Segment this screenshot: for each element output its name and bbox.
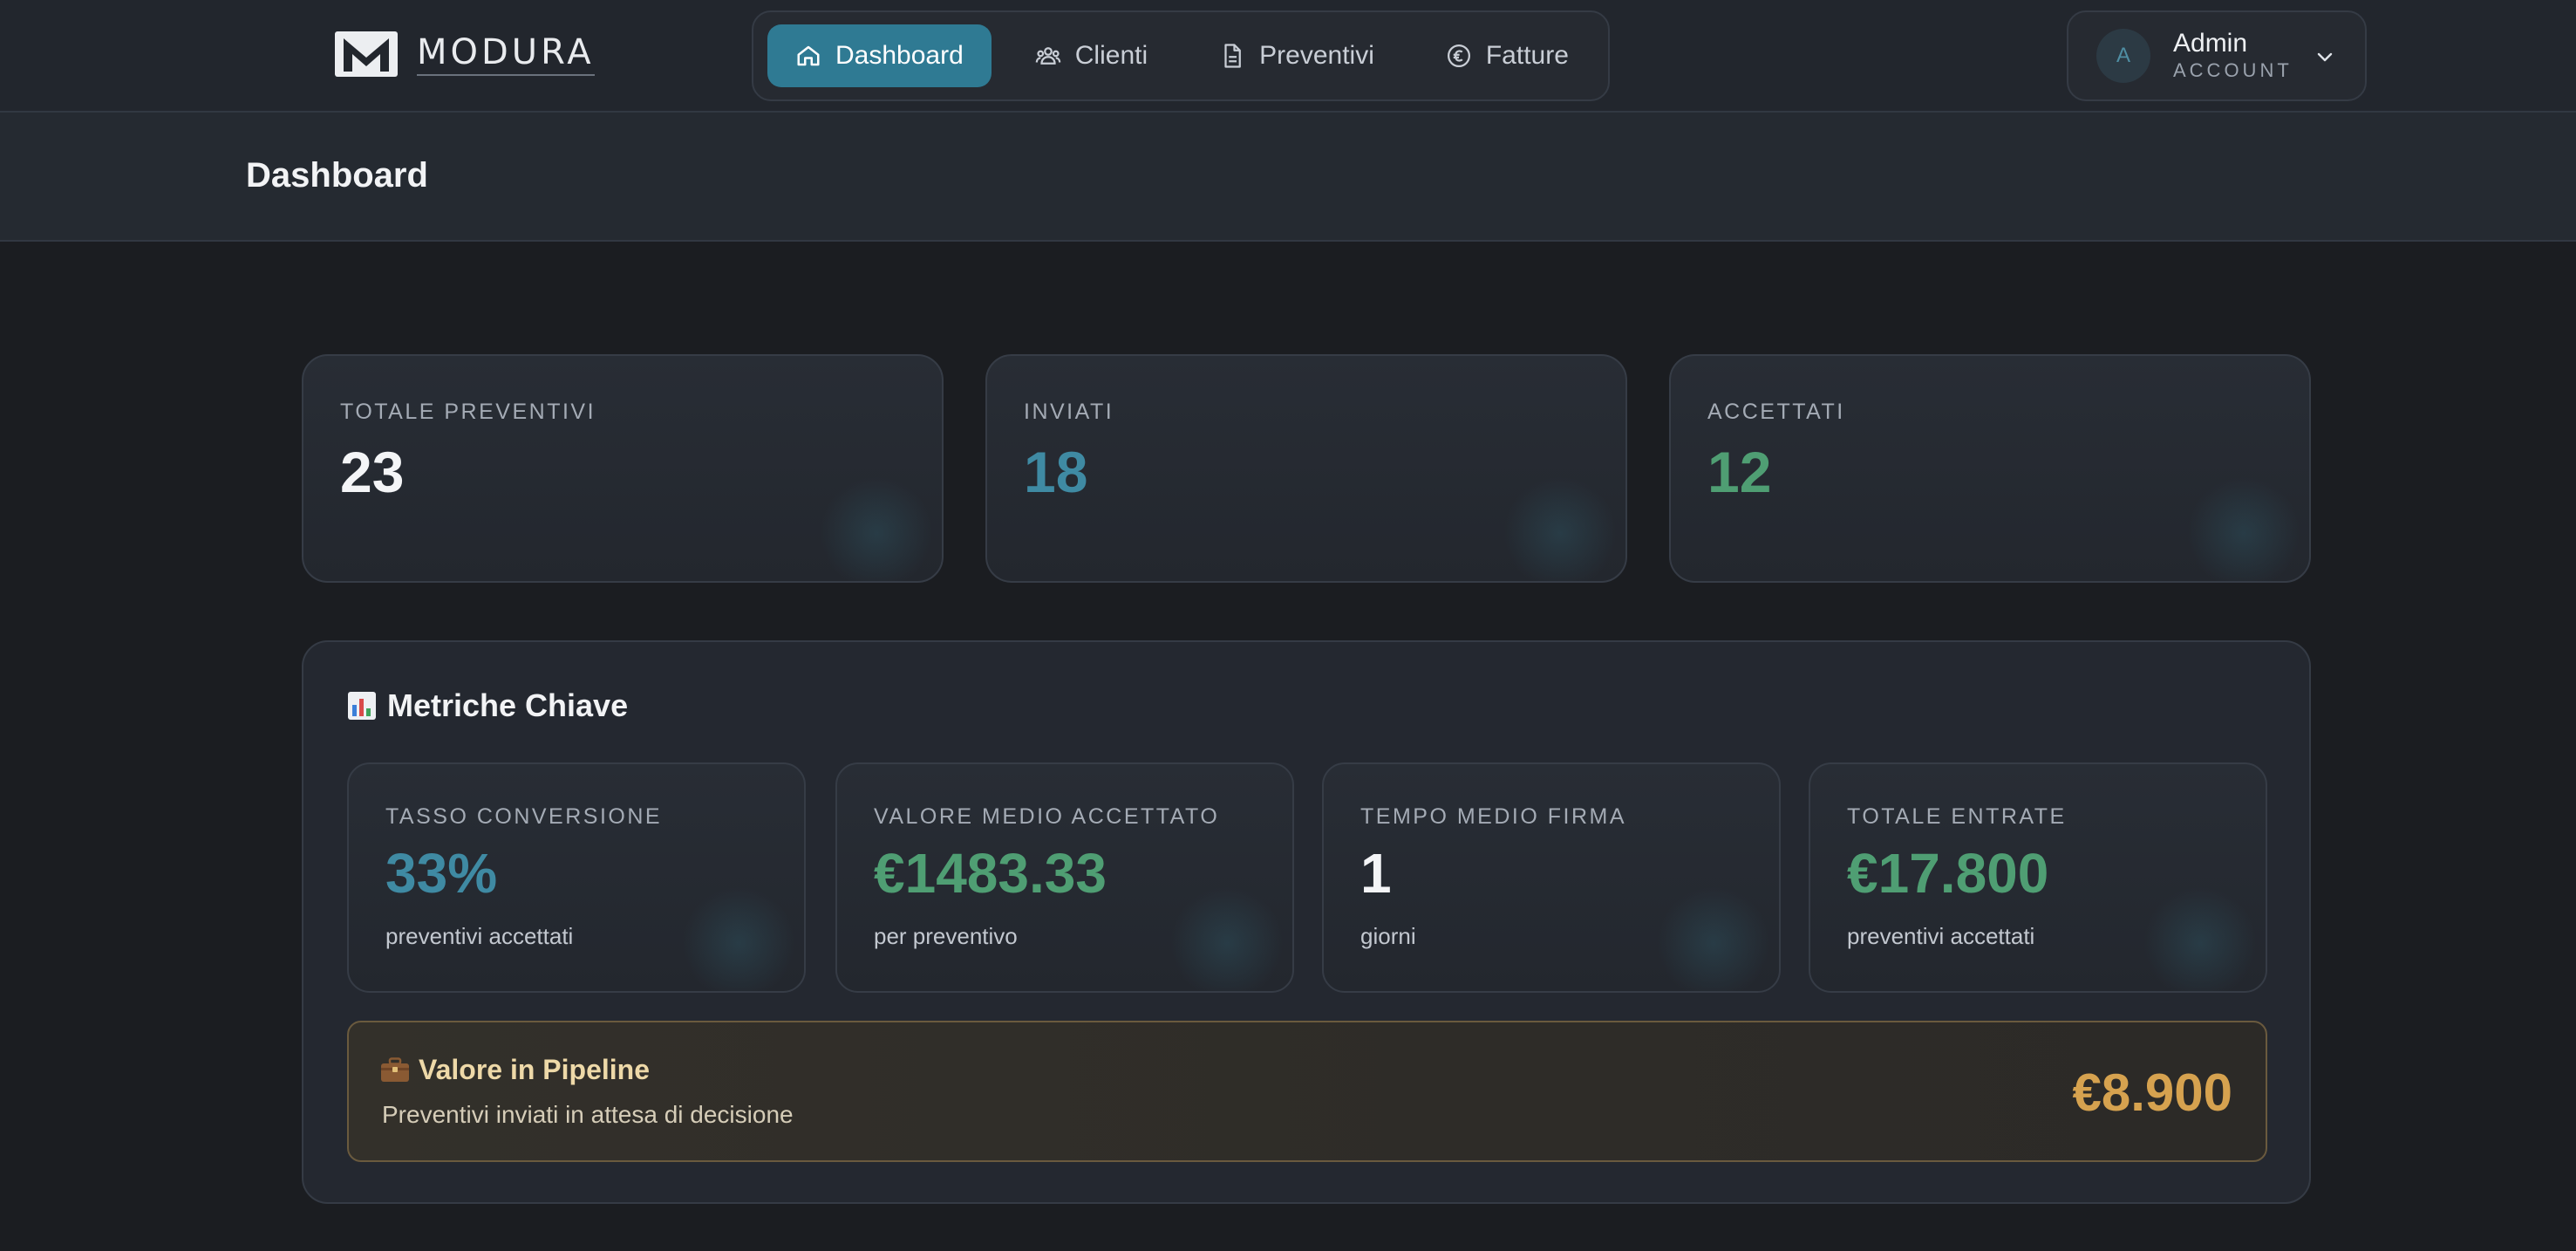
- pipeline-title-text: Valore in Pipeline: [419, 1054, 650, 1085]
- metric-subtitle: per preventivo: [874, 923, 1018, 949]
- metric-value: 1: [1360, 842, 1392, 905]
- stat-card-accettati: ACCETTATI 12: [1669, 354, 2311, 583]
- brand-logo[interactable]: MODURA: [335, 28, 595, 80]
- nav-item-label: Dashboard: [835, 41, 964, 70]
- stat-label: INVIATI: [1024, 400, 1114, 424]
- bar-chart-icon: [348, 692, 376, 720]
- main-nav: Dashboard Clienti Preventivi Fatture: [752, 10, 1610, 101]
- chevron-down-icon: [2317, 52, 2333, 62]
- pipeline-title: Valore in Pipeline: [380, 1054, 650, 1086]
- card-glow: [2143, 886, 2257, 991]
- metric-value: €1483.33: [874, 842, 1107, 905]
- nav-item-label: Fatture: [1485, 41, 1569, 70]
- nav-item-clienti[interactable]: Clienti: [1007, 24, 1176, 87]
- account-role: ACCOUNT: [2173, 59, 2293, 81]
- metric-label: TEMPO MEDIO FIRMA: [1360, 804, 1626, 829]
- metric-subtitle: preventivi accettati: [385, 923, 574, 949]
- pipeline-value: €8.900: [2072, 1063, 2232, 1122]
- modura-logo-icon: [335, 31, 398, 77]
- metric-value: €17.800: [1847, 842, 2049, 905]
- nav-item-label: Clienti: [1074, 41, 1148, 70]
- document-icon: [1224, 44, 1242, 68]
- card-glow: [1657, 886, 1770, 991]
- stat-label: TOTALE PREVENTIVI: [340, 400, 596, 424]
- card-glow: [1170, 886, 1284, 991]
- metric-label: TOTALE ENTRATE: [1847, 804, 2067, 829]
- avatar: A: [2096, 29, 2150, 83]
- page-header: Dashboard: [0, 113, 2576, 242]
- euro-icon: [1447, 44, 1470, 67]
- metrics-title-text: Metriche Chiave: [387, 687, 629, 723]
- metric-card-valore-medio: VALORE MEDIO ACCETTATO €1483.33 per prev…: [835, 762, 1294, 993]
- card-glow: [820, 476, 933, 581]
- home-icon: [797, 45, 820, 66]
- card-glow: [1503, 476, 1617, 581]
- metrics-title: Metriche Chiave: [347, 687, 628, 724]
- metric-card-totale-entrate: TOTALE ENTRATE €17.800 preventivi accett…: [1809, 762, 2267, 993]
- stat-card-inviati: INVIATI 18: [985, 354, 1627, 583]
- stat-label: ACCETTATI: [1707, 400, 1845, 424]
- pipeline-subtitle: Preventivi inviati in attesa di decision…: [382, 1101, 794, 1128]
- stat-card-totale-preventivi: TOTALE PREVENTIVI 23: [302, 354, 944, 583]
- nav-item-fatture[interactable]: Fatture: [1418, 24, 1597, 87]
- metric-label: TASSO CONVERSIONE: [385, 804, 663, 829]
- metric-subtitle: giorni: [1360, 923, 1416, 949]
- account-name: Admin: [2173, 29, 2248, 58]
- nav-item-label: Preventivi: [1259, 41, 1374, 70]
- page-title: Dashboard: [246, 156, 428, 195]
- nav-item-dashboard[interactable]: Dashboard: [767, 24, 992, 87]
- pipeline-value-banner: Valore in Pipeline Preventivi inviati in…: [347, 1021, 2267, 1162]
- card-glow: [682, 886, 795, 991]
- stat-value: 23: [340, 440, 405, 504]
- metric-subtitle: preventivi accettati: [1847, 923, 2035, 949]
- account-menu[interactable]: A Admin ACCOUNT: [2067, 10, 2367, 101]
- metric-card-tempo-medio-firma: TEMPO MEDIO FIRMA 1 giorni: [1322, 762, 1781, 993]
- stat-value: 18: [1024, 440, 1088, 504]
- card-glow: [2187, 476, 2300, 581]
- metric-card-tasso-conversione: TASSO CONVERSIONE 33% preventivi accetta…: [347, 762, 806, 993]
- metric-value: 33%: [385, 842, 498, 905]
- users-icon: [1035, 47, 1061, 65]
- stat-value: 12: [1707, 440, 1772, 504]
- top-navigation-bar: MODURA Dashboard Clienti Preventivi Fatt…: [0, 0, 2576, 113]
- brand-name: MODURA: [417, 32, 595, 76]
- metric-label: VALORE MEDIO ACCETTATO: [874, 804, 1220, 829]
- key-metrics-panel: Metriche Chiave TASSO CONVERSIONE 33% pr…: [302, 640, 2311, 1204]
- account-info: Admin ACCOUNT: [2173, 29, 2293, 83]
- briefcase-icon: [381, 1056, 409, 1082]
- nav-item-preventivi[interactable]: Preventivi: [1191, 24, 1402, 87]
